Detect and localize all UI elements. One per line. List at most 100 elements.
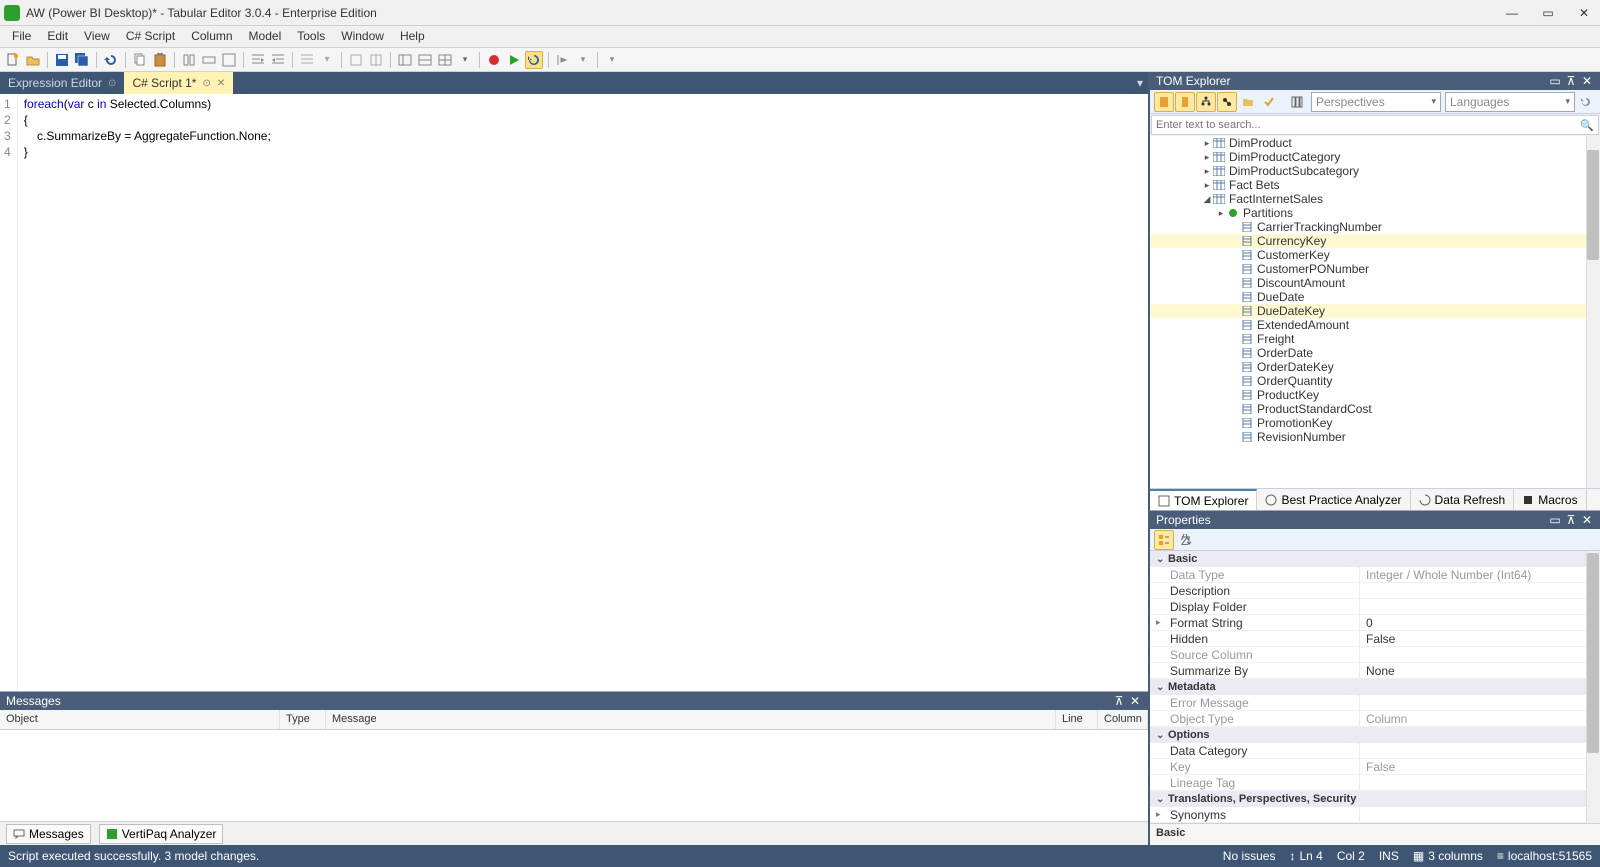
property-row[interactable]: Lineage Tag <box>1150 775 1600 791</box>
tree-item[interactable]: RevisionNumber <box>1150 430 1600 444</box>
undo-icon[interactable] <box>102 51 120 69</box>
btab-macros[interactable]: Macros <box>1514 489 1586 510</box>
tom-search[interactable]: 🔍 <box>1151 115 1599 135</box>
record-icon[interactable] <box>485 51 503 69</box>
new-icon[interactable] <box>4 51 22 69</box>
expander-icon[interactable]: ▸ <box>1202 138 1212 149</box>
tree-item[interactable]: CustomerKey <box>1150 248 1600 262</box>
property-value[interactable] <box>1360 807 1600 822</box>
window-icon[interactable]: ▭ <box>1548 513 1562 527</box>
close-icon[interactable]: ✕ <box>1128 694 1142 708</box>
step-icon[interactable] <box>554 51 572 69</box>
col-type[interactable]: Type <box>280 710 326 729</box>
chevron-down-icon[interactable]: ⌄ <box>1156 554 1168 565</box>
minimize-button[interactable]: — <box>1500 3 1524 23</box>
menu-window[interactable]: Window <box>333 26 392 47</box>
property-value[interactable]: False <box>1360 631 1600 646</box>
languages-dropdown[interactable]: Languages ▾ <box>1445 92 1575 112</box>
tree-item[interactable]: ProductStandardCost <box>1150 402 1600 416</box>
expander-icon[interactable]: ▸ <box>1202 180 1212 191</box>
comment-icon[interactable] <box>298 51 316 69</box>
tree-item[interactable]: ▸DimProductSubcategory <box>1150 164 1600 178</box>
menu-help[interactable]: Help <box>392 26 433 47</box>
outdent-icon[interactable] <box>269 51 287 69</box>
property-row[interactable]: Error Message <box>1150 695 1600 711</box>
save-icon[interactable] <box>53 51 71 69</box>
messages-grid[interactable]: Object Type Message Line Column <box>0 710 1148 821</box>
tree-item[interactable]: Freight <box>1150 332 1600 346</box>
layout-icon-1[interactable] <box>396 51 414 69</box>
col-object[interactable]: Object <box>0 710 280 729</box>
chevron-right-icon[interactable]: ▸ <box>1156 809 1166 820</box>
uncomment-icon[interactable]: ▾ <box>318 51 336 69</box>
tree-item[interactable]: DiscountAmount <box>1150 276 1600 290</box>
tool-icon-3[interactable] <box>220 51 238 69</box>
property-value[interactable]: Integer / Whole Number (Int64) <box>1360 567 1600 582</box>
scrollbar-thumb[interactable] <box>1587 553 1599 753</box>
tab-expression-editor[interactable]: Expression Editor ⊙ <box>0 72 124 94</box>
property-row[interactable]: Data TypeInteger / Whole Number (Int64) <box>1150 567 1600 583</box>
tree-item[interactable]: DueDate <box>1150 290 1600 304</box>
status-issues[interactable]: No issues <box>1223 849 1276 863</box>
close-button[interactable]: ✕ <box>1572 3 1596 23</box>
copy-icon[interactable] <box>131 51 149 69</box>
layout-icon-3[interactable] <box>436 51 454 69</box>
tree-item[interactable]: CurrencyKey <box>1150 234 1600 248</box>
status-ins[interactable]: INS <box>1379 849 1399 863</box>
chevron-down-icon[interactable]: ⌄ <box>1156 730 1168 741</box>
hierarchy-icon[interactable] <box>1196 92 1216 112</box>
expander-icon[interactable]: ◢ <box>1202 194 1212 205</box>
tree-item[interactable]: CarrierTrackingNumber <box>1150 220 1600 234</box>
property-value[interactable] <box>1360 599 1600 614</box>
expander-icon[interactable]: ▸ <box>1216 208 1226 219</box>
tab-csharp-script[interactable]: C# Script 1* ⊙ ✕ <box>124 72 233 94</box>
refresh-icon[interactable] <box>525 51 543 69</box>
relationship-icon[interactable] <box>1217 92 1237 112</box>
pin-icon[interactable]: ⊼ <box>1112 694 1126 708</box>
menu-view[interactable]: View <box>76 26 118 47</box>
properties-grid[interactable]: ⌄BasicData TypeInteger / Whole Number (I… <box>1150 551 1600 823</box>
menu-edit[interactable]: Edit <box>39 26 76 47</box>
perspectives-dropdown[interactable]: Perspectives ▾ <box>1311 92 1441 112</box>
layout-icon-2[interactable] <box>416 51 434 69</box>
columns-icon[interactable] <box>1287 92 1307 112</box>
close-icon[interactable]: ✕ <box>1580 74 1594 88</box>
menu-tools[interactable]: Tools <box>289 26 333 47</box>
pin-icon[interactable]: ⊙ <box>108 78 116 89</box>
tool-icon-2[interactable] <box>200 51 218 69</box>
property-category[interactable]: ⌄Translations, Perspectives, Security <box>1150 791 1600 807</box>
property-row[interactable]: Summarize ByNone <box>1150 663 1600 679</box>
menu-column[interactable]: Column <box>183 26 240 47</box>
categorized-icon[interactable] <box>1154 530 1174 550</box>
property-value[interactable]: Column <box>1360 711 1600 726</box>
code-editor[interactable]: 1234 foreach(var c in Selected.Columns) … <box>0 94 1148 691</box>
property-row[interactable]: HiddenFalse <box>1150 631 1600 647</box>
folder-icon[interactable] <box>1238 92 1258 112</box>
pin-icon[interactable]: ⊙ <box>202 78 210 89</box>
tree-item[interactable]: ▸Fact Bets <box>1150 178 1600 192</box>
property-value[interactable] <box>1360 647 1600 662</box>
scrollbar[interactable] <box>1586 551 1600 823</box>
col-line[interactable]: Line <box>1056 710 1098 729</box>
tool-icon-1[interactable] <box>180 51 198 69</box>
property-row[interactable]: Source Column <box>1150 647 1600 663</box>
tree-item[interactable]: DueDateKey <box>1150 304 1600 318</box>
property-category[interactable]: ⌄Basic <box>1150 551 1600 567</box>
property-value[interactable]: 0 <box>1360 615 1600 630</box>
dropdown-icon[interactable]: ▾ <box>574 51 592 69</box>
pin-icon[interactable]: ⊼ <box>1564 74 1578 88</box>
tool-icon-5[interactable] <box>367 51 385 69</box>
expander-icon[interactable]: ▸ <box>1202 152 1212 163</box>
tree-item[interactable]: ProductKey <box>1150 388 1600 402</box>
tab-overflow-icon[interactable]: ▾ <box>1132 72 1148 94</box>
btab-data-refresh[interactable]: Data Refresh <box>1411 489 1515 510</box>
scrollbar[interactable] <box>1586 136 1600 488</box>
layout-dropdown-icon[interactable]: ▾ <box>456 51 474 69</box>
property-value[interactable] <box>1360 775 1600 790</box>
property-value[interactable] <box>1360 695 1600 710</box>
property-category[interactable]: ⌄Metadata <box>1150 679 1600 695</box>
search-icon[interactable]: 🔍 <box>1580 119 1594 132</box>
tab-vertipaq[interactable]: VertiPaq Analyzer <box>99 824 224 844</box>
play-icon[interactable] <box>505 51 523 69</box>
property-row[interactable]: Data Category <box>1150 743 1600 759</box>
